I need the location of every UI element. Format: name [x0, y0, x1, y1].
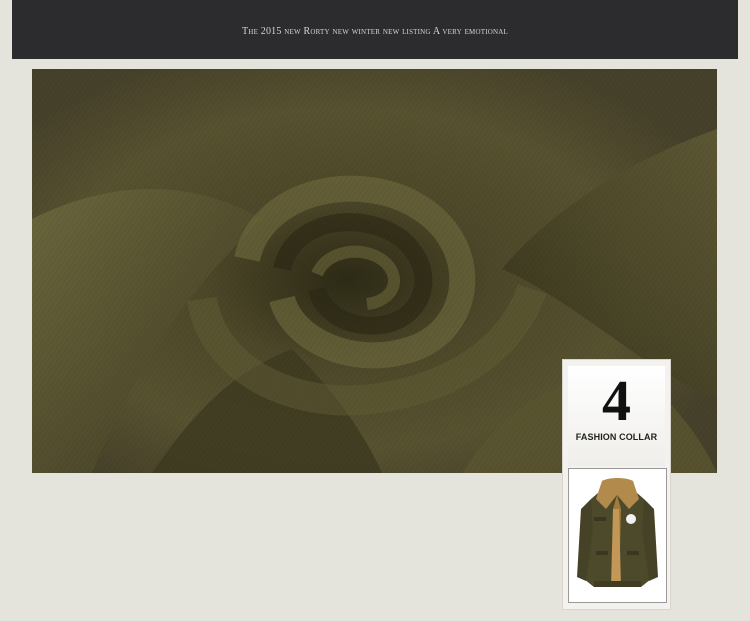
header-caption: The 2015 new Rorty new winter new listin… — [242, 26, 508, 37]
feature-badge-card: 4 FASHION COLLAR — [563, 360, 670, 609]
jacket-icon — [577, 478, 658, 587]
feature-label: FASHION COLLAR — [575, 432, 658, 442]
jacket-thumbnail — [568, 468, 667, 603]
header-banner: The 2015 new Rorty new winter new listin… — [12, 0, 738, 59]
feature-badge-header: 4 FASHION COLLAR — [568, 366, 665, 466]
feature-number: 4 — [602, 368, 631, 433]
